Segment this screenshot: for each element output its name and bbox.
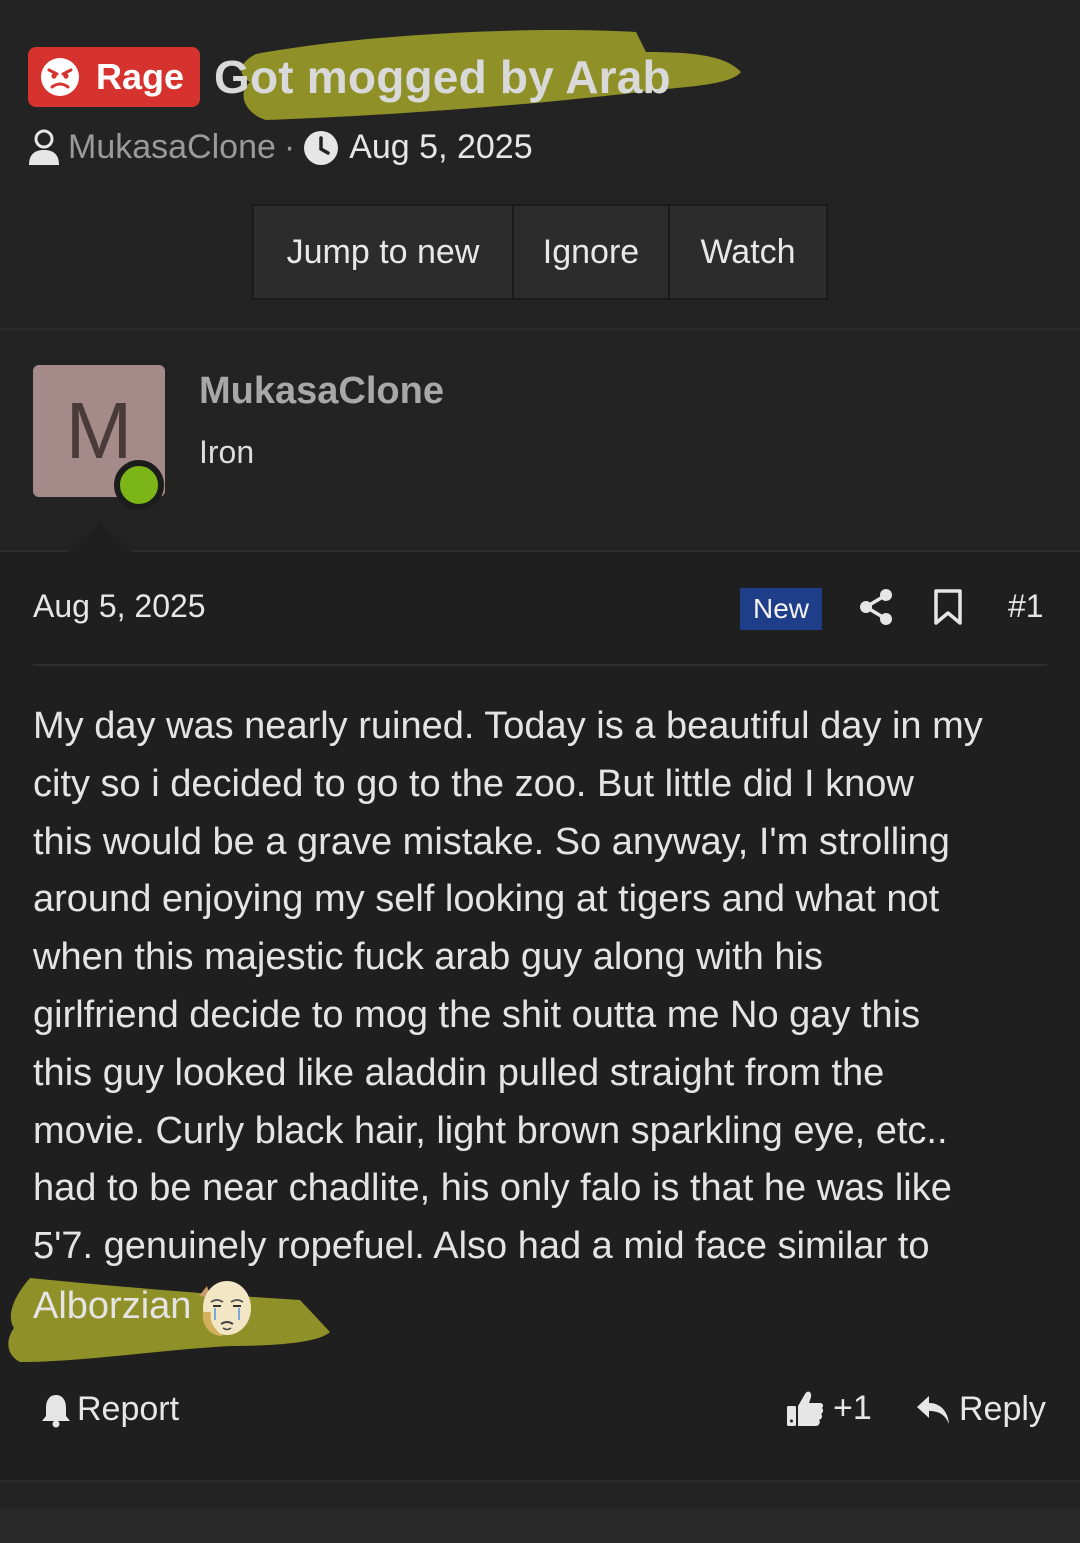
post-date-link[interactable]: Aug 5, 2025 xyxy=(33,588,206,625)
thread-title: Got mogged by Arab xyxy=(214,51,671,103)
user-mention-link[interactable]: Alborzian xyxy=(33,1285,191,1327)
post-body-line: city so i decided to go to the zoo. But … xyxy=(33,762,914,805)
watch-button[interactable]: Watch xyxy=(670,206,826,298)
prefix-label: Rage xyxy=(96,56,185,97)
report-button[interactable]: Report xyxy=(39,1390,179,1429)
post-body-line: around enjoying my self looking at tiger… xyxy=(33,878,940,921)
post-footer: Report +1 Reply xyxy=(33,1382,1047,1442)
new-badge: New xyxy=(740,588,822,630)
crying-wojak-emoji-icon xyxy=(199,1280,252,1336)
reply-icon xyxy=(917,1395,949,1424)
post-body: My day was nearly ruined. Today is a bea… xyxy=(33,698,1053,1340)
post-body-line: movie. Curly black hair, light brown spa… xyxy=(33,1109,948,1152)
post-body-line: when this majestic fuck arab guy along w… xyxy=(33,936,823,979)
bookmark-icon[interactable] xyxy=(931,588,965,626)
ignore-button[interactable]: Ignore xyxy=(514,206,670,298)
thumbs-up-icon xyxy=(787,1391,824,1426)
post-username[interactable]: MukasaClone xyxy=(199,370,444,413)
post-header: Aug 5, 2025 New #1 xyxy=(33,576,1047,636)
report-label: Report xyxy=(77,1390,180,1428)
jump-to-new-button[interactable]: Jump to new xyxy=(254,206,514,298)
user-block-arrow xyxy=(68,522,132,552)
like-button[interactable]: +1 xyxy=(785,1388,872,1428)
post-divider xyxy=(33,664,1047,666)
post-user-block: M MukasaClone Iron xyxy=(0,330,1080,552)
post-body-line: My day was nearly ruined. Today is a bea… xyxy=(33,705,983,747)
reply-button[interactable]: Reply xyxy=(915,1390,1046,1429)
post-body-line: had to be near chadlite, his only falo i… xyxy=(33,1167,952,1210)
page: Rage Got mogged by Arab MukasaClone · Au… xyxy=(0,0,1080,1543)
user-title: Iron xyxy=(199,434,255,470)
post-body-line: girlfriend decide to mog the shit outta … xyxy=(33,993,921,1036)
clock-icon xyxy=(304,130,339,165)
post-body-line: this guy looked like aladdin pulled stra… xyxy=(33,1051,885,1094)
online-status-indicator xyxy=(114,460,164,510)
next-post-edge xyxy=(0,1508,1080,1543)
angry-face-icon xyxy=(41,58,79,96)
bell-icon xyxy=(42,1394,70,1427)
thread-action-buttons: Jump to new Ignore Watch xyxy=(252,204,828,300)
user-icon xyxy=(29,129,59,165)
thread-title-row: Rage Got mogged by Arab xyxy=(28,44,671,110)
like-count: +1 xyxy=(833,1388,872,1427)
thread-header: Rage Got mogged by Arab MukasaClone · Au… xyxy=(0,0,1080,328)
post: M MukasaClone Iron Aug 5, 2025 New #1 My… xyxy=(0,328,1080,1480)
prefix-badge[interactable]: Rage xyxy=(28,47,201,107)
post-number-link[interactable]: #1 xyxy=(1008,588,1044,625)
reply-label: Reply xyxy=(959,1390,1046,1428)
post-body-line: this would be a grave mistake. So anyway… xyxy=(33,820,950,863)
share-icon[interactable] xyxy=(857,588,895,626)
